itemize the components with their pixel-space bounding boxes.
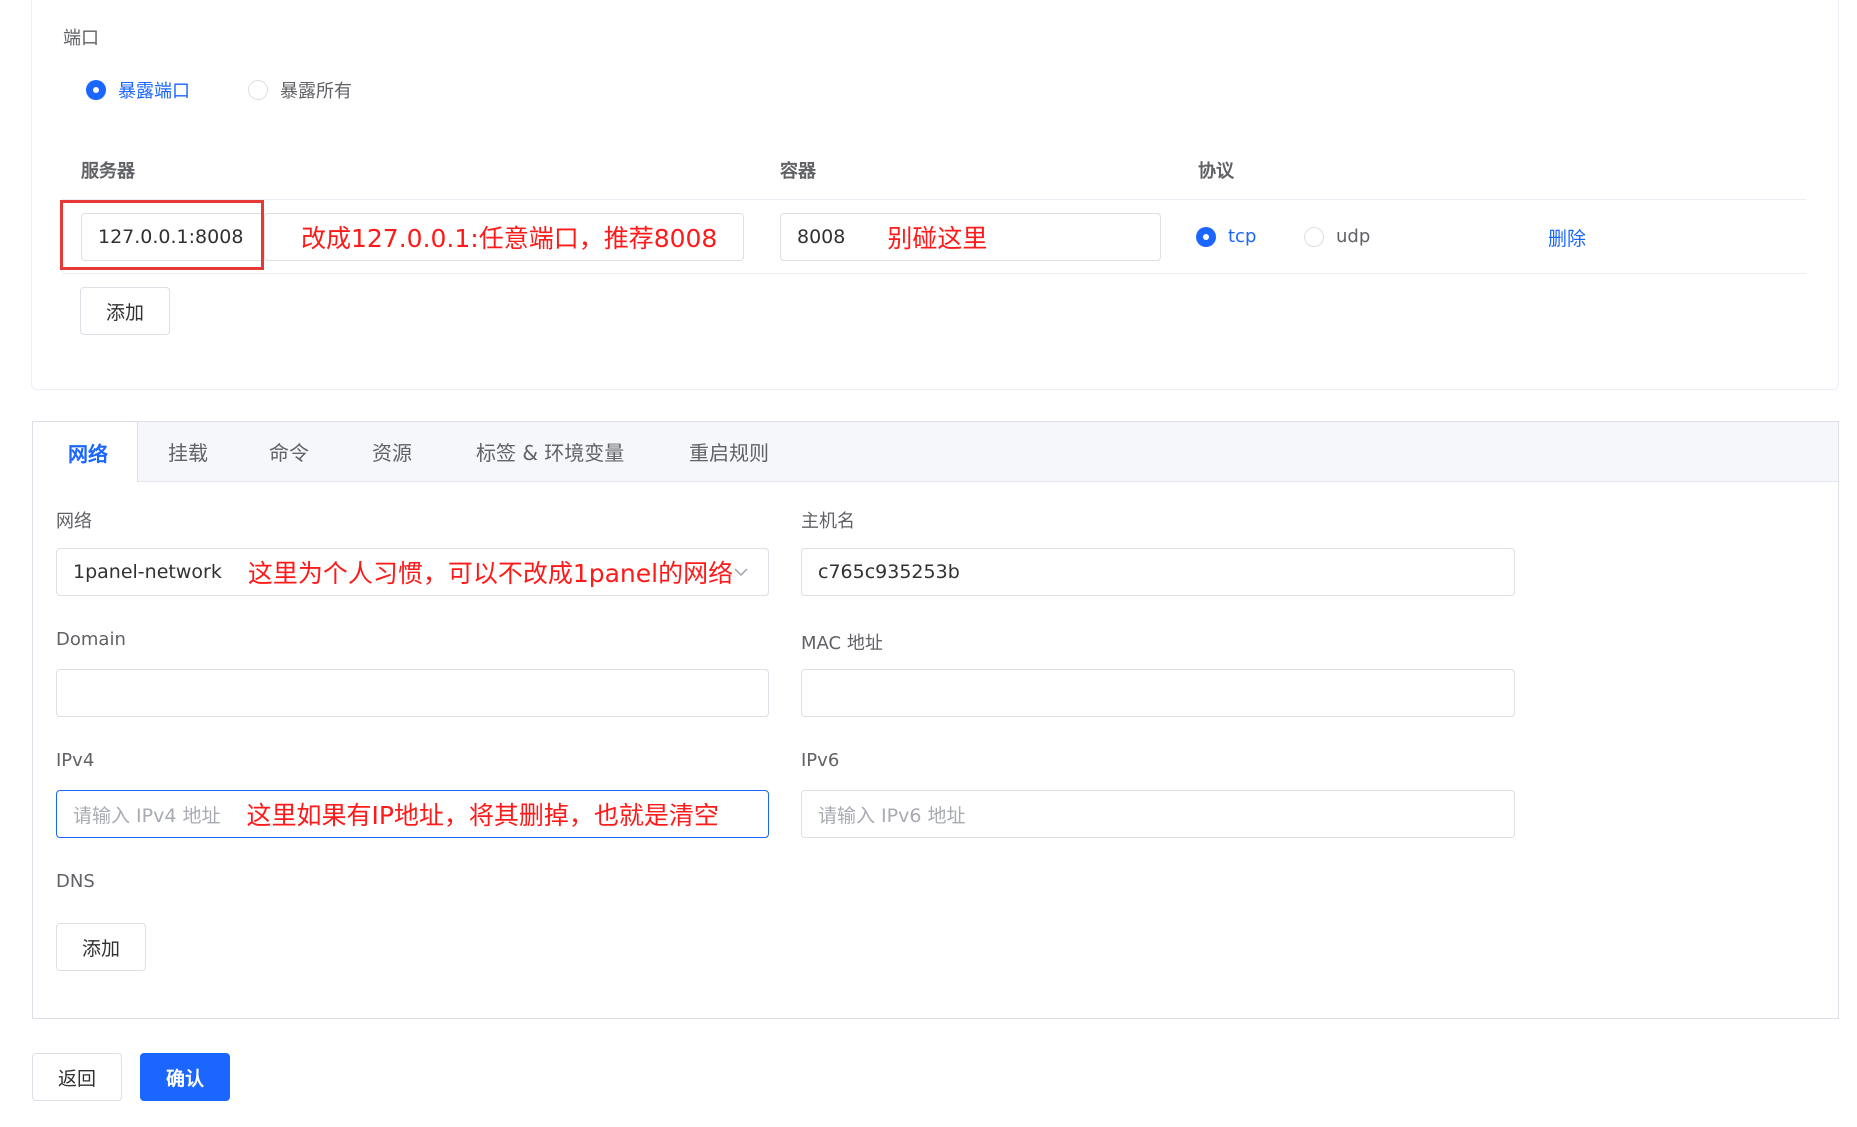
hostname-value: c765c935253b	[818, 561, 960, 583]
radio-dot-selected	[1196, 226, 1216, 247]
network-note: 这里为个人习惯，可以不改成1panel的网络	[247, 559, 734, 588]
table-divider	[62, 199, 1806, 200]
column-header-container: 容器	[780, 161, 816, 182]
add-port-button[interactable]: 添加	[80, 287, 170, 335]
table-divider	[62, 273, 1806, 274]
radio-dot	[248, 80, 268, 100]
hostname-label: 主机名	[801, 511, 855, 532]
radio-dot-selected	[86, 80, 106, 100]
ipv6-input[interactable]: 请输入 IPv6 地址	[801, 790, 1515, 838]
radio-udp[interactable]: udp	[1304, 226, 1370, 247]
port-card	[31, 0, 1839, 390]
radio-expose-all[interactable]: 暴露所有	[248, 77, 352, 103]
tab-mounts[interactable]: 挂载	[168, 422, 208, 481]
chevron-down-icon	[734, 568, 748, 577]
radio-label: 暴露端口	[118, 81, 190, 102]
delete-link[interactable]: 删除	[1548, 224, 1586, 251]
tab-network[interactable]: 网络	[33, 422, 138, 482]
tabs-card: 网络 挂载 命令 资源 标签 & 环境变量 重启规则	[32, 421, 1839, 1019]
server-port-input-extension[interactable]: 改成127.0.0.1:任意端口，推荐8008	[264, 213, 744, 261]
tab-labels-env[interactable]: 标签 & 环境变量	[476, 422, 624, 481]
ipv4-note: 这里如果有IP地址，将其删掉，也就是清空	[246, 801, 719, 830]
radio-label: tcp	[1228, 226, 1257, 247]
hostname-input[interactable]: c765c935253b	[801, 548, 1515, 596]
dns-label: DNS	[56, 871, 95, 892]
mac-input[interactable]	[801, 669, 1515, 717]
container-port-input[interactable]: 8008 别碰这里	[780, 213, 1161, 261]
container-port-value: 8008	[797, 226, 846, 248]
radio-label: udp	[1336, 226, 1371, 247]
highlight-box	[60, 200, 264, 270]
domain-label: Domain	[56, 629, 126, 650]
radio-expose-ports[interactable]: 暴露端口	[86, 77, 190, 103]
add-dns-button[interactable]: 添加	[56, 923, 146, 971]
network-select[interactable]: 1panel-network 这里为个人习惯，可以不改成1panel的网络	[56, 548, 769, 596]
confirm-button[interactable]: 确认	[140, 1053, 230, 1101]
network-select-value: 1panel-network	[73, 561, 222, 583]
back-button[interactable]: 返回	[32, 1053, 122, 1101]
radio-label: 暴露所有	[280, 81, 352, 102]
server-note: 改成127.0.0.1:任意端口，推荐8008	[301, 224, 718, 253]
ports-label: 端口	[63, 28, 99, 49]
ipv4-placeholder: 请输入 IPv4 地址	[73, 804, 221, 827]
ipv6-label: IPv6	[801, 750, 840, 771]
radio-dot	[1304, 226, 1324, 247]
mac-label: MAC 地址	[801, 633, 883, 654]
network-label: 网络	[56, 511, 92, 532]
container-note: 别碰这里	[887, 224, 988, 253]
ipv6-placeholder: 请输入 IPv6 地址	[818, 804, 966, 827]
tab-command[interactable]: 命令	[269, 422, 309, 481]
column-header-server: 服务器	[81, 161, 135, 182]
tab-restart-policy[interactable]: 重启规则	[689, 422, 769, 481]
domain-input[interactable]	[56, 669, 769, 717]
tab-resources[interactable]: 资源	[372, 422, 412, 481]
radio-tcp[interactable]: tcp	[1196, 226, 1256, 247]
ipv4-label: IPv4	[56, 750, 95, 771]
ipv4-input[interactable]: 请输入 IPv4 地址 这里如果有IP地址，将其删掉，也就是清空	[56, 790, 769, 838]
column-header-protocol: 协议	[1198, 161, 1234, 182]
